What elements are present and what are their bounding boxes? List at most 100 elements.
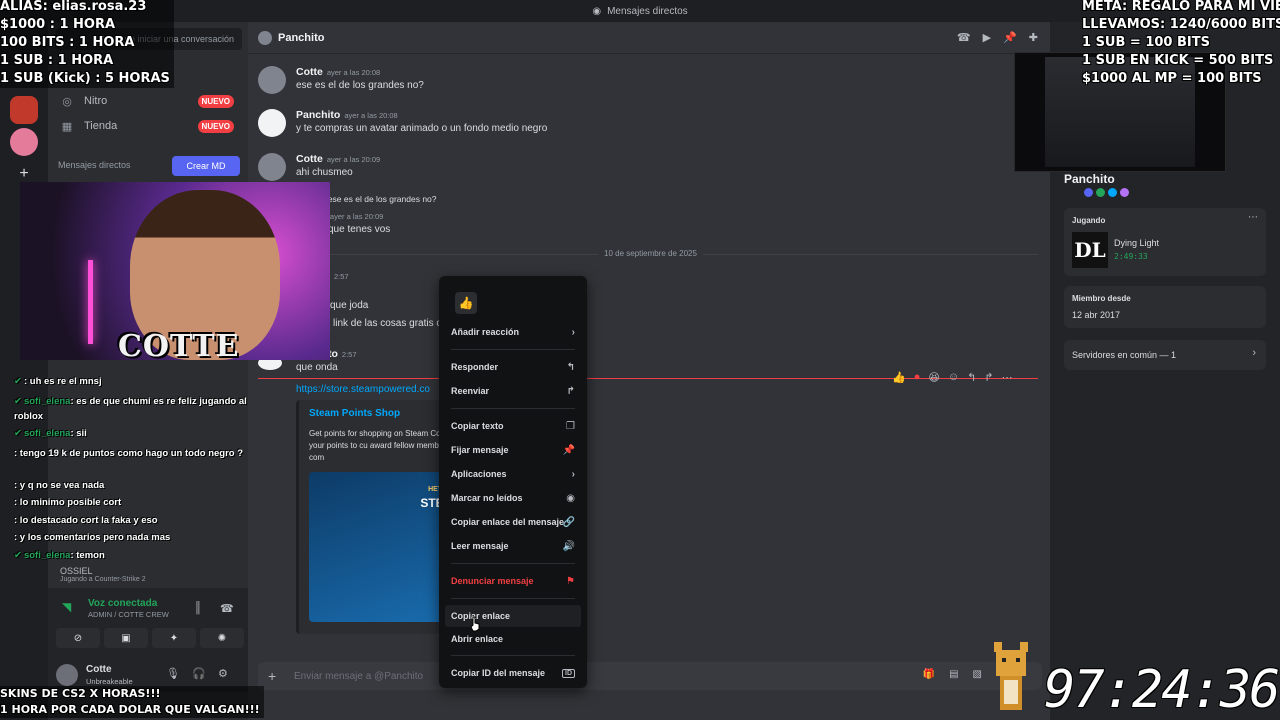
chat-line: : lo destacado cort la faka y eso xyxy=(14,515,158,526)
create-dm-button[interactable]: Crear MD xyxy=(172,156,240,176)
stream-info-bottom: SKINS DE CS2 X HORAS!!! 1 HORA POR CADA … xyxy=(0,686,264,718)
menu-item-forward[interactable]: Reenviar ↱ xyxy=(445,380,581,402)
microphone-icon[interactable]: 🎙 xyxy=(166,667,180,680)
dm-list-item[interactable]: OSSIEL Jugando a Counter-Strike 2 xyxy=(60,566,146,583)
badge-icon[interactable] xyxy=(1120,188,1129,197)
noise-suppression-icon[interactable]: ║ xyxy=(194,602,202,614)
upload-plus-icon[interactable]: + xyxy=(268,668,276,684)
chat-line: : tengo 19 k de puntos como hago un todo… xyxy=(14,448,244,459)
mutual-servers-row[interactable]: Servidores en común — 1 › xyxy=(1064,340,1266,370)
thumbs-up-icon[interactable]: 👍 xyxy=(892,371,906,384)
avatar[interactable] xyxy=(56,664,78,686)
sticker-icon[interactable]: ▧ xyxy=(973,669,982,680)
disconnect-icon[interactable]: ☎ xyxy=(220,602,234,615)
camera-off-button[interactable]: ⊘ xyxy=(56,628,100,648)
add-friend-icon[interactable]: ✚ xyxy=(1029,31,1038,44)
video-icon[interactable]: ▶ xyxy=(983,31,991,44)
menu-separator xyxy=(451,655,575,656)
reply-icon[interactable]: ↰ xyxy=(967,371,976,384)
game-logo: DL xyxy=(1072,232,1108,268)
menu-item-copy-text[interactable]: Copiar texto ❐ xyxy=(445,415,581,437)
flag-icon: ⚑ xyxy=(566,575,575,587)
overlay-line: 1 SUB : 1 HORA xyxy=(0,53,114,68)
menu-item-read-message[interactable]: Leer mensaje 🔊 xyxy=(445,535,581,557)
menu-item-copy-message-id[interactable]: Copiar ID del mensaje ID xyxy=(445,662,581,684)
overlay-line: 1 SUB EN KICK = 500 BITS xyxy=(1082,53,1274,68)
quick-reaction-thumbs-up[interactable]: 👍 xyxy=(455,292,477,314)
forward-icon: ↱ xyxy=(566,385,575,397)
avatar[interactable] xyxy=(258,66,286,94)
voice-panel: ◥ Voz conectada ADMIN / COTTE CREW ║ ☎ ⊘… xyxy=(48,588,248,658)
message-text: que onda xyxy=(296,362,338,373)
badge-icon[interactable] xyxy=(1096,188,1105,197)
gift-icon[interactable]: 🎁 xyxy=(923,669,935,680)
discord-icon: ◉ xyxy=(592,5,602,17)
message-author[interactable]: Cotte xyxy=(296,153,323,165)
menu-item-mark-unread[interactable]: Marcar no leídos ◉ xyxy=(445,487,581,509)
user-name: Cotte xyxy=(86,664,112,675)
screen-share-button[interactable]: ▣ xyxy=(104,628,148,648)
message-text: ese es el de los grandes no? xyxy=(296,80,424,91)
soundboard-button[interactable]: ✺ xyxy=(200,628,244,648)
call-icon[interactable]: ☎ xyxy=(957,31,971,44)
sidebar-item-nitro[interactable]: ◎ Nitro NUEVO xyxy=(56,90,242,112)
server-icon-legobug[interactable] xyxy=(10,96,38,124)
menu-item-label: Añadir reacción xyxy=(451,327,520,337)
sidebar-item-shop[interactable]: ▦ Tienda NUEVO xyxy=(56,115,242,137)
profile-name: Panchito xyxy=(1064,172,1115,186)
copy-icon: ❐ xyxy=(566,420,575,432)
message-text: l link de las cosas gratis c xyxy=(328,318,442,329)
voice-channel[interactable]: ADMIN / COTTE CREW xyxy=(88,610,169,619)
more-icon[interactable]: ⋯ xyxy=(1002,371,1013,384)
menu-item-report-message[interactable]: Denunciar mensaje ⚑ xyxy=(445,570,581,592)
message-author[interactable]: Cotte xyxy=(296,66,323,78)
sidebar-item-label: Tienda xyxy=(84,120,118,132)
chevron-right-icon: › xyxy=(1252,347,1256,359)
menu-item-copy-message-link[interactable]: Copiar enlace del mensaje 🔗 xyxy=(445,511,581,533)
forward-icon[interactable]: ↱ xyxy=(984,371,993,384)
gif-icon[interactable]: ▤ xyxy=(949,669,958,680)
badge-icon[interactable] xyxy=(1108,188,1117,197)
voice-status: Voz conectada xyxy=(88,598,158,609)
overlay-line: 1 HORA POR CADA DOLAR QUE VALGAN!!! xyxy=(0,703,260,716)
new-badge: NUEVO xyxy=(197,119,234,133)
chat-line: : lo minimo posible cort xyxy=(14,497,122,508)
activity-header: Jugando xyxy=(1072,216,1106,225)
hand-cursor-icon xyxy=(470,616,480,632)
gear-icon[interactable]: ⚙ xyxy=(218,667,228,680)
message-link[interactable]: https://store.steampowered.co xyxy=(296,384,430,395)
add-reaction-icon[interactable]: ☺ xyxy=(948,371,959,383)
more-icon[interactable]: ⋯ xyxy=(1248,212,1258,223)
message-timestamp: 2:57 xyxy=(341,350,357,359)
avatar[interactable] xyxy=(258,153,286,181)
message-timestamp: ayer a las 20:09 xyxy=(329,212,384,221)
activities-button[interactable]: ✦ xyxy=(152,628,196,648)
channel-avatar xyxy=(258,31,272,45)
badge-icon[interactable] xyxy=(1084,188,1093,197)
server-icon-avatar[interactable] xyxy=(10,128,38,156)
menu-item-apps[interactable]: Aplicaciones › xyxy=(445,463,581,485)
menu-item-add-reaction[interactable]: Añadir reacción › xyxy=(445,321,581,343)
menu-item-open-link[interactable]: Abrir enlace xyxy=(445,628,581,650)
menu-item-copy-link[interactable]: Copiar enlace xyxy=(445,605,581,627)
menu-separator xyxy=(451,408,575,409)
overlay-line: SKINS DE CS2 X HORAS!!! xyxy=(0,687,161,700)
smile-icon[interactable]: 😆 xyxy=(928,371,939,384)
message-text: y te compras un avatar animado o un fond… xyxy=(296,123,548,134)
member-since-card: Miembro desde 12 abr 2017 xyxy=(1064,286,1266,328)
stream-logo: COTTE xyxy=(118,329,240,364)
avatar[interactable] xyxy=(258,109,286,137)
menu-item-label: Reenviar xyxy=(451,386,490,396)
profile-badges xyxy=(1084,188,1129,197)
message-text: ahi chusmeo xyxy=(296,167,353,178)
menu-item-reply[interactable]: Responder ↰ xyxy=(445,356,581,378)
heart-icon[interactable]: ● xyxy=(914,371,921,383)
menu-separator xyxy=(451,598,575,599)
message-timestamp: 2:57 xyxy=(334,272,349,281)
embed-title[interactable]: Steam Points Shop xyxy=(309,408,400,419)
message-author[interactable]: Panchito xyxy=(296,109,340,121)
menu-item-pin-message[interactable]: Fijar mensaje 📌 xyxy=(445,439,581,461)
headphones-icon[interactable]: 🎧 xyxy=(192,667,206,680)
pin-icon[interactable]: 📌 xyxy=(1003,31,1017,44)
chat-header: Panchito ☎ ▶ 📌 ✚ xyxy=(248,22,1050,54)
